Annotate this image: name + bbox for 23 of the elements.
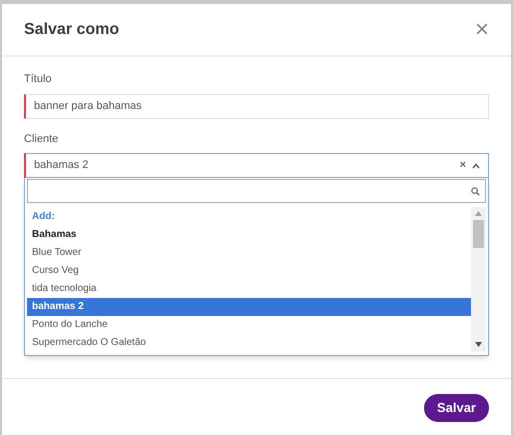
scroll-up-icon[interactable] [475, 211, 482, 216]
clear-button[interactable]: × [460, 160, 466, 171]
dropdown-option[interactable]: tida tecnologia [27, 280, 471, 298]
dropdown-option[interactable]: Add: [27, 207, 471, 226]
dropdown-option[interactable]: Bahamas [27, 225, 471, 244]
close-button[interactable]: × [474, 18, 489, 42]
field-label: Título [24, 72, 53, 87]
scrollbar[interactable] [471, 207, 486, 352]
scroll-thumb[interactable] [473, 220, 484, 248]
save-button[interactable]: Salvar [424, 394, 489, 422]
dropdown-option[interactable]: Blue Tower [27, 243, 471, 262]
dropdown-option[interactable]: Supermercado O Galetão [27, 334, 471, 352]
caret-icon[interactable] [472, 162, 480, 168]
dialog-title: Salvar como [24, 20, 120, 40]
scroll-down-icon[interactable] [475, 342, 482, 347]
search-field[interactable] [27, 179, 486, 203]
input-field[interactable]: banner para bahamas [24, 94, 489, 118]
dropdown-option[interactable]: Ponto do Lanche [27, 316, 471, 334]
field-label: Cliente [24, 132, 60, 146]
select-value: bahamas 2 [34, 158, 90, 174]
search-icon [471, 186, 480, 196]
dropdown-option[interactable]: bahamas 2 [27, 298, 471, 316]
dropdown-option[interactable]: Curso Veg [27, 261, 471, 280]
